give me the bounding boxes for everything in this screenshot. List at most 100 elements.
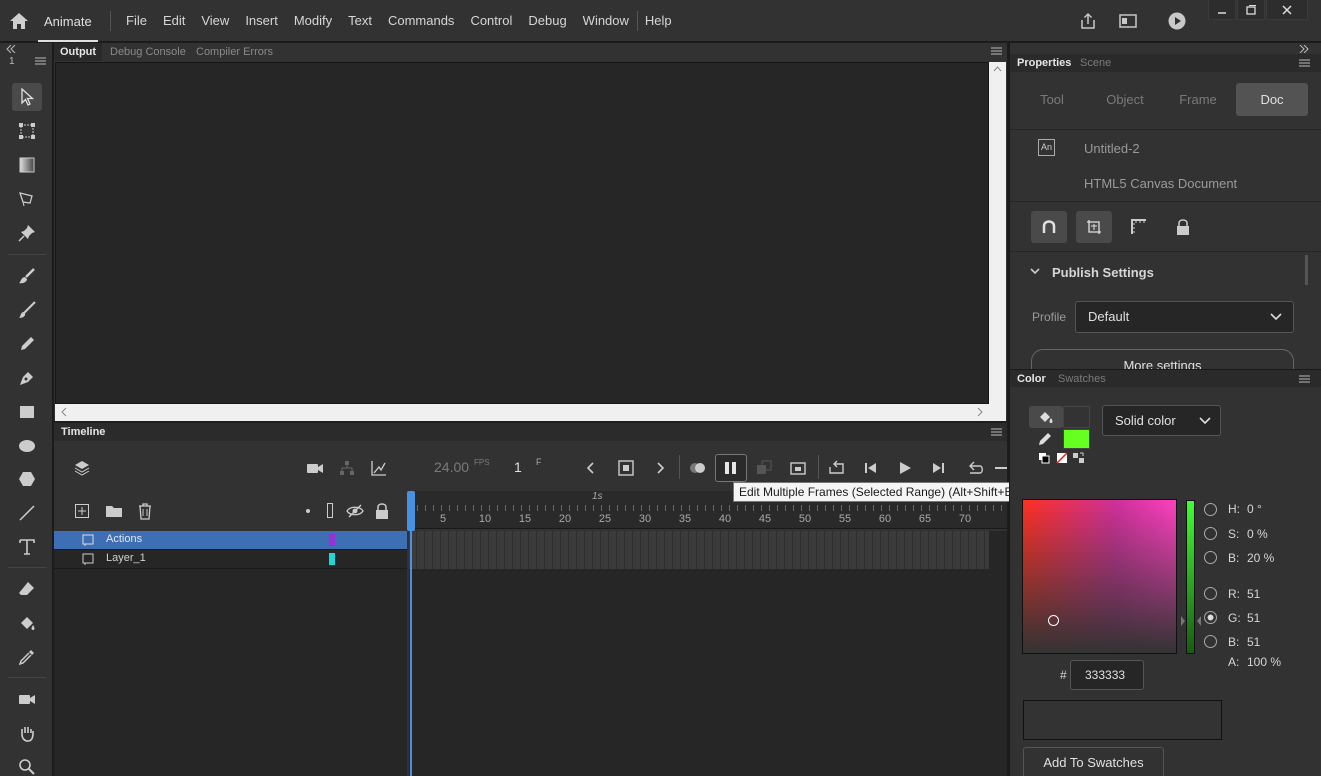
loop-playback-icon[interactable] bbox=[827, 459, 847, 477]
current-frame[interactable]: 1 bbox=[514, 459, 522, 475]
color-picker-cursor[interactable] bbox=[1048, 615, 1059, 626]
fill-color-swatch[interactable] bbox=[1063, 406, 1090, 428]
tab-color[interactable]: Color bbox=[1017, 373, 1046, 385]
panel-menu-icon[interactable] bbox=[991, 428, 1002, 436]
undo-icon[interactable] bbox=[966, 459, 986, 477]
layer-color-swatch[interactable] bbox=[329, 553, 335, 565]
outline-layers-icon[interactable] bbox=[327, 503, 333, 518]
profile-dropdown[interactable]: Default bbox=[1075, 301, 1294, 333]
value-g[interactable]: 51 bbox=[1247, 611, 1260, 625]
menu-insert[interactable]: Insert bbox=[237, 0, 286, 42]
home-icon[interactable] bbox=[8, 10, 30, 32]
new-layer-icon[interactable] bbox=[74, 503, 90, 519]
polystar-tool-icon[interactable] bbox=[12, 465, 42, 493]
collapse-left-icon[interactable] bbox=[6, 45, 16, 53]
publish-settings-title[interactable]: Publish Settings bbox=[1052, 265, 1154, 280]
radio-h[interactable] bbox=[1204, 503, 1217, 516]
radio-r[interactable] bbox=[1204, 587, 1217, 600]
camera-tool-icon[interactable] bbox=[12, 685, 42, 713]
frames-row-layer-1[interactable] bbox=[409, 550, 989, 569]
insert-keyframe-icon[interactable] bbox=[617, 459, 635, 477]
eyedropper-tool-icon[interactable] bbox=[12, 643, 42, 671]
play-icon[interactable] bbox=[896, 459, 914, 477]
new-folder-icon[interactable] bbox=[105, 503, 123, 519]
value-b[interactable]: 20 % bbox=[1247, 551, 1274, 565]
tab-compiler-errors[interactable]: Compiler Errors bbox=[190, 43, 279, 61]
menu-edit[interactable]: Edit bbox=[155, 0, 193, 42]
menu-help[interactable]: Help bbox=[637, 0, 680, 42]
radio-g-selected[interactable] bbox=[1204, 611, 1217, 624]
tab-scene[interactable]: Scene bbox=[1080, 57, 1111, 69]
snap-to-pixels-icon[interactable] bbox=[1076, 211, 1112, 243]
pencil-tool-icon[interactable] bbox=[12, 330, 42, 358]
rulers-icon[interactable] bbox=[1121, 211, 1157, 243]
previous-keyframe-icon[interactable] bbox=[583, 459, 599, 477]
lock-all-icon[interactable] bbox=[374, 502, 390, 520]
fill-type-dropdown[interactable]: Solid color bbox=[1102, 405, 1221, 436]
toolbar-menu-icon[interactable] bbox=[35, 57, 46, 65]
tab-properties[interactable]: Properties bbox=[1017, 57, 1071, 69]
paint-brush-tool-icon[interactable] bbox=[12, 262, 42, 290]
camera-icon[interactable] bbox=[306, 459, 324, 477]
menu-text[interactable]: Text bbox=[340, 0, 380, 42]
more-settings-button[interactable]: More settings bbox=[1031, 349, 1294, 369]
chevron-down-icon[interactable] bbox=[1030, 267, 1040, 275]
gradient-transform-tool-icon[interactable] bbox=[12, 151, 42, 179]
brush-tool-icon[interactable] bbox=[12, 296, 42, 324]
tab-debug-console[interactable]: Debug Console bbox=[104, 43, 192, 61]
vertical-scrollbar[interactable] bbox=[989, 62, 1006, 404]
stroke-color-icon[interactable] bbox=[1036, 431, 1054, 447]
eraser-tool-icon[interactable] bbox=[12, 575, 42, 603]
layer-parenting-icon[interactable] bbox=[338, 459, 356, 477]
layer-color-swatch[interactable] bbox=[329, 534, 335, 546]
value-s[interactable]: 0 % bbox=[1247, 527, 1268, 541]
menu-debug[interactable]: Debug bbox=[520, 0, 574, 42]
step-forward-icon[interactable] bbox=[929, 459, 947, 477]
layer-row-layer-1[interactable]: Layer_1 bbox=[54, 550, 407, 569]
collapse-right-icon[interactable] bbox=[1299, 45, 1309, 53]
hand-tool-icon[interactable] bbox=[12, 719, 42, 747]
free-transform-tool-icon[interactable] bbox=[12, 117, 42, 145]
menu-view[interactable]: View bbox=[193, 0, 237, 42]
minimize-button[interactable] bbox=[1208, 0, 1236, 20]
panel-menu-icon[interactable] bbox=[1299, 59, 1310, 67]
restore-button[interactable] bbox=[1237, 0, 1265, 20]
black-white-icon[interactable] bbox=[1038, 452, 1050, 464]
rectangle-tool-icon[interactable] bbox=[12, 398, 42, 426]
fill-color-icon[interactable] bbox=[1029, 406, 1063, 428]
layer-row-actions[interactable]: Actions bbox=[54, 531, 407, 550]
onion-skin-icon[interactable] bbox=[688, 459, 708, 477]
next-keyframe-icon[interactable] bbox=[652, 459, 668, 477]
radio-blue[interactable] bbox=[1204, 635, 1217, 648]
highlight-layers-icon[interactable] bbox=[306, 509, 310, 513]
value-r[interactable]: 51 bbox=[1247, 587, 1260, 601]
value-h[interactable]: 0 ° bbox=[1247, 502, 1262, 516]
menu-file[interactable]: File bbox=[118, 0, 155, 42]
panel-menu-icon[interactable] bbox=[991, 47, 1002, 55]
oval-tool-icon[interactable] bbox=[12, 432, 42, 460]
radio-b[interactable] bbox=[1204, 551, 1217, 564]
center-frame-icon[interactable] bbox=[789, 459, 807, 477]
color-picker-field[interactable] bbox=[1022, 499, 1177, 654]
test-movie-icon[interactable] bbox=[1167, 11, 1187, 31]
slider-handle-icon[interactable] bbox=[1181, 616, 1201, 626]
swap-colors-icon[interactable] bbox=[1072, 452, 1085, 464]
show-hide-all-icon[interactable] bbox=[346, 502, 364, 520]
radio-s[interactable] bbox=[1204, 527, 1217, 540]
layers-stack-icon[interactable] bbox=[73, 459, 91, 477]
menu-commands[interactable]: Commands bbox=[380, 0, 462, 42]
menu-modify[interactable]: Modify bbox=[286, 0, 340, 42]
selection-tool-icon[interactable] bbox=[12, 83, 42, 111]
tab-output[interactable]: Output bbox=[54, 43, 103, 61]
segment-frame[interactable]: Frame bbox=[1166, 83, 1230, 116]
text-tool-icon[interactable] bbox=[12, 533, 42, 561]
delete-layer-icon[interactable] bbox=[137, 502, 153, 520]
horizontal-scrollbar[interactable] bbox=[55, 404, 1006, 421]
stroke-color-swatch[interactable] bbox=[1063, 429, 1090, 449]
paint-bucket-tool-icon[interactable] bbox=[12, 609, 42, 637]
value-blue[interactable]: 51 bbox=[1247, 635, 1260, 649]
properties-scrollbar[interactable] bbox=[1305, 255, 1308, 285]
pin-tool-icon[interactable] bbox=[12, 219, 42, 247]
snap-to-objects-icon[interactable] bbox=[1031, 211, 1067, 243]
no-color-icon[interactable] bbox=[1056, 452, 1068, 464]
